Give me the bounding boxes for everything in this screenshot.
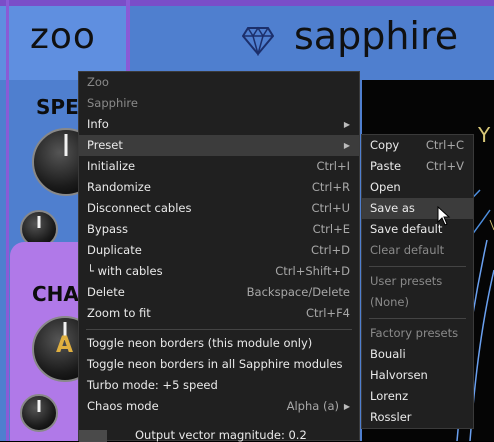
slider-label: Output vector magnitude: 0.2 [135,428,307,442]
menu-separator [369,266,466,267]
menu-item-turbo-mode[interactable]: Turbo mode: +5 speed [79,375,359,396]
menu-item-clear-default: Clear default [370,243,445,257]
menu-item-preset-lorenz[interactable]: Lorenz [362,386,473,407]
submenu-arrow-icon: ▶ [343,402,350,411]
menu-item-duplicate[interactable]: Duplicate Ctrl+D [79,240,359,261]
menu-item-initialize[interactable]: Initialize Ctrl+I [79,156,359,177]
submenu-arrow-icon: ▶ [343,120,350,129]
menu-item-chaos-mode[interactable]: Chaos mode Alpha (a) ▶ [79,396,359,417]
header-bar [0,0,494,6]
sapphire-title: sapphire [294,14,459,58]
menu-item-sapphire: Sapphire [87,96,138,110]
menu-item-zoo: Zoo [87,75,109,89]
preset-submenu: Copy Ctrl+C Paste Ctrl+V Open Save as Save… [361,134,474,429]
menu-item-info[interactable]: Info ▶ [79,114,359,135]
menu-item-zoom-to-fit[interactable]: Zoom to fit Ctrl+F4 [79,303,359,324]
chaos-attenuverter-knob[interactable] [20,394,58,432]
menu-item-paste[interactable]: Paste Ctrl+V [362,156,473,177]
axis-letter: Y [477,123,491,147]
menu-item-copy[interactable]: Copy Ctrl+C [362,135,473,156]
output-magnitude-slider[interactable]: Output vector magnitude: 0.2 [79,428,359,442]
chaos-knob-letter: A [56,333,74,358]
menu-item-disconnect-cables[interactable]: Disconnect cables Ctrl+U [79,198,359,219]
menu-item-randomize[interactable]: Randomize Ctrl+R [79,177,359,198]
user-presets-header: User presets [370,274,443,288]
slider-fill [79,430,107,442]
mouse-pointer-icon [437,206,451,226]
menu-item-preset-rossler[interactable]: Rossler [362,407,473,428]
menu-separator [86,329,352,330]
user-presets-none: (None) [370,295,409,309]
sapphire-gem-icon [242,26,274,56]
submenu-arrow-icon: ▶ [343,141,350,150]
menu-item-preset-bouali[interactable]: Bouali [362,344,473,365]
menu-item-delete[interactable]: Delete Backspace/Delete [79,282,359,303]
menu-item-open[interactable]: Open [362,177,473,198]
menu-item-duplicate-with-cables[interactable]: └ with cables Ctrl+Shift+D [79,261,359,282]
menu-item-preset-halvorsen[interactable]: Halvorsen [362,365,473,386]
module-context-menu: Zoo Sapphire Info ▶ Preset ▶ Initialize Ctr… [78,71,360,442]
menu-item-bypass[interactable]: Bypass Ctrl+E [79,219,359,240]
menu-separator [369,318,466,319]
menu-item-toggle-neon-all[interactable]: Toggle neon borders in all Sapphire modu… [79,354,359,375]
menu-item-save-as[interactable]: Save as [362,198,473,219]
factory-presets-header: Factory presets [370,326,459,340]
menu-item-save-default[interactable]: Save default [362,219,473,240]
panel-divider [6,0,9,441]
menu-item-toggle-neon-this[interactable]: Toggle neon borders (this module only) [79,333,359,354]
zoo-title: zoo [30,16,96,57]
menu-item-preset[interactable]: Preset ▶ [79,135,359,156]
